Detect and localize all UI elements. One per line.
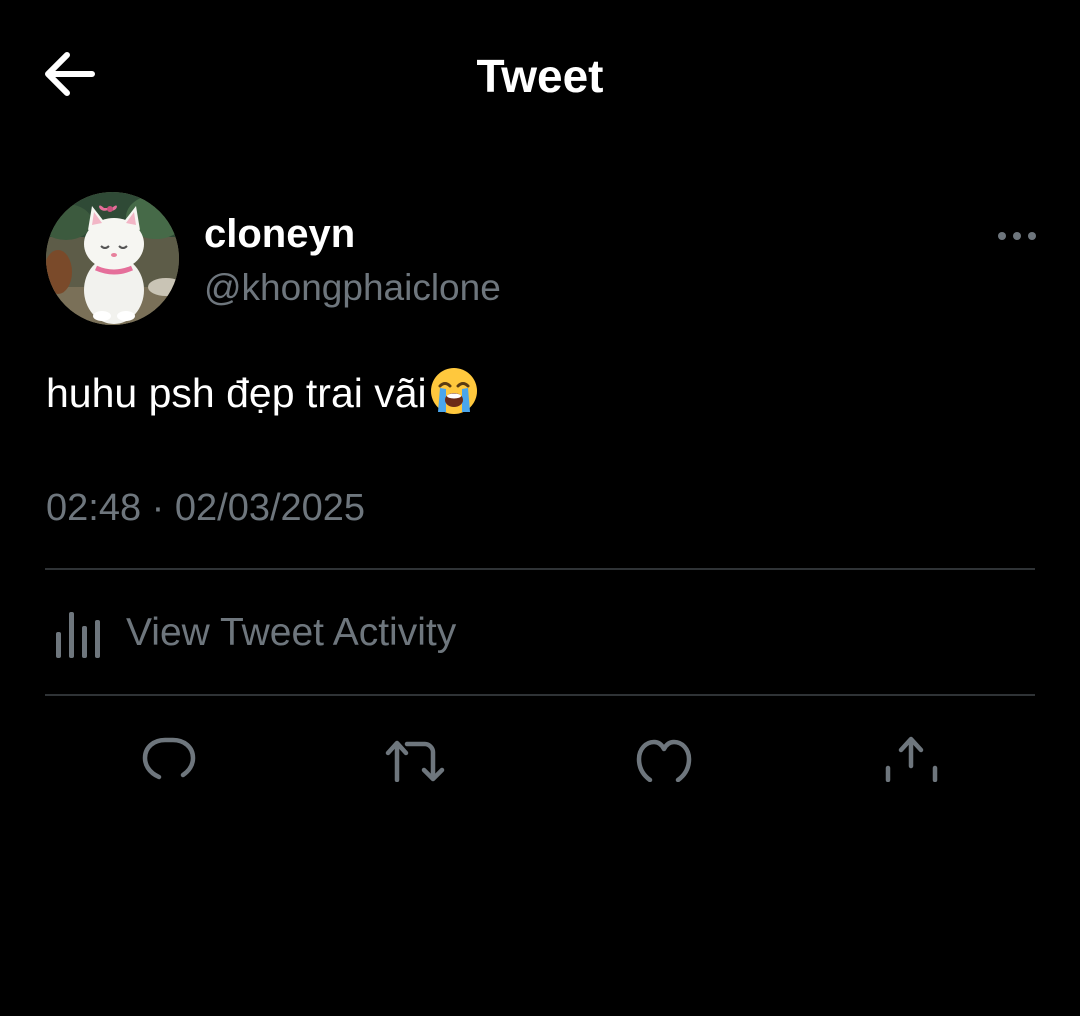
retweet-button[interactable] (385, 734, 445, 782)
share-button[interactable] (882, 734, 942, 782)
reply-button[interactable] (139, 734, 199, 782)
author-handle[interactable]: @khongphaiclone (204, 266, 501, 310)
tweet-text-content: huhu psh đẹp trai vãi (46, 370, 427, 416)
divider (45, 568, 1035, 570)
divider (45, 694, 1035, 696)
bar-chart-icon (54, 604, 104, 660)
like-icon (636, 739, 692, 782)
page-title: Tweet (476, 50, 604, 102)
avatar[interactable] (46, 192, 179, 325)
like-button[interactable] (634, 734, 694, 782)
more-horizontal-icon (998, 232, 1036, 240)
view-tweet-activity-label: View Tweet Activity (126, 611, 457, 654)
author-display-name[interactable]: cloneyn (204, 210, 355, 258)
top-bar: Tweet (0, 0, 1080, 150)
retweet-icon (385, 740, 445, 782)
more-options-button[interactable] (994, 222, 1040, 250)
reply-icon (142, 737, 196, 780)
share-icon (885, 736, 938, 782)
tweet-text: huhu psh đẹp trai vãi (46, 366, 479, 420)
tweet-timestamp: 02:48 · 02/03/2025 (46, 487, 366, 529)
loudly-crying-face-emoji (429, 366, 479, 416)
view-tweet-activity-button[interactable]: View Tweet Activity (46, 598, 746, 670)
white-cat-avatar (46, 192, 179, 325)
